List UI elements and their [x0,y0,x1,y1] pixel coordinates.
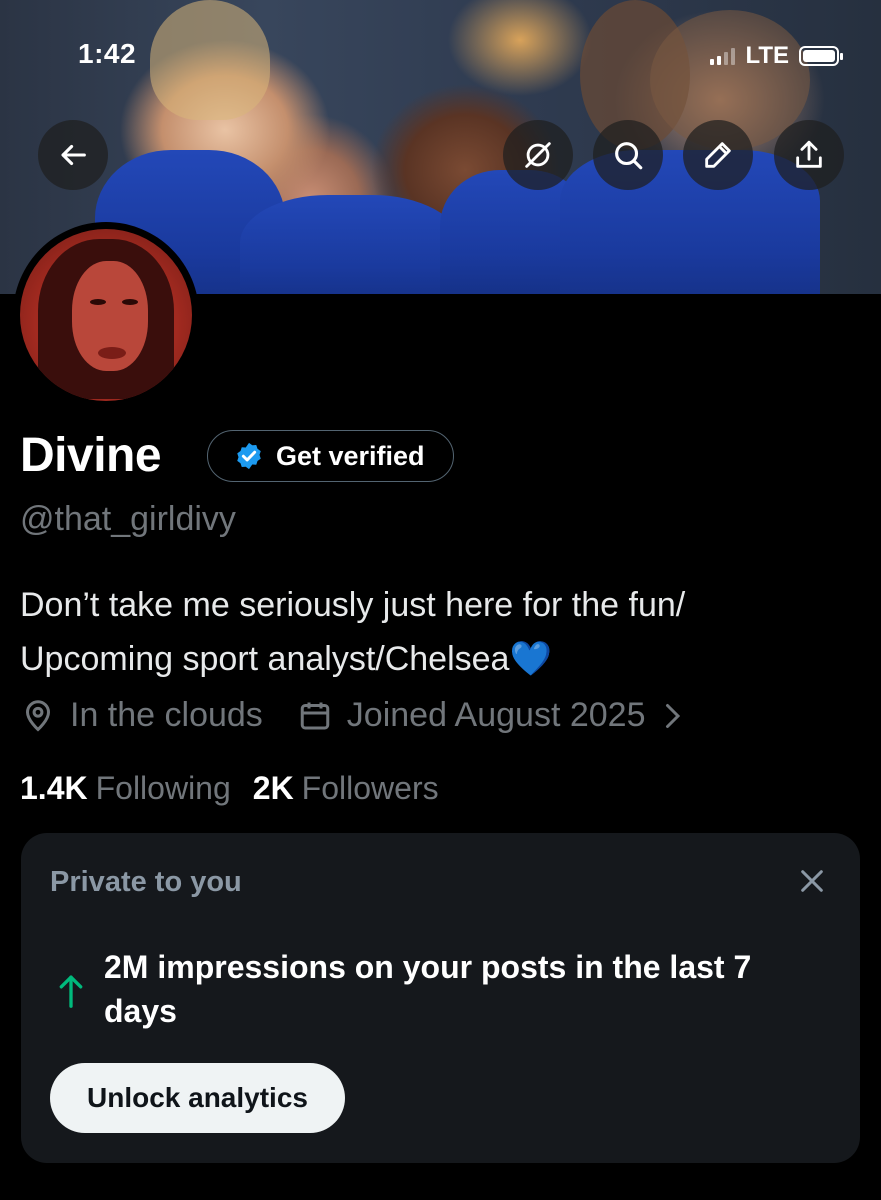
followers-link[interactable]: 2K Followers [253,770,439,807]
avatar[interactable] [13,222,199,408]
calendar-icon [297,698,333,734]
get-verified-label: Get verified [276,440,425,471]
following-count: 1.4K [20,770,88,806]
username-handle: @that_girldivy [20,500,236,538]
following-label: Following [95,770,231,806]
network-label: LTE [745,42,789,69]
joined-date[interactable]: Joined August 2025 [347,696,646,735]
status-time: 1:42 [78,38,137,69]
edit-button[interactable] [683,120,753,190]
share-button[interactable] [774,120,844,190]
location-text: In the clouds [70,696,263,734]
chevron-right-icon[interactable] [654,698,690,734]
private-analytics-card: Private to you 2M impressions on your po… [21,833,860,1163]
edit-icon [705,142,731,168]
unlock-analytics-button[interactable]: Unlock analytics [50,1063,345,1133]
mute-button[interactable] [503,120,573,190]
bio-line: Don’t take me seriously just here for th… [20,586,686,624]
search-icon [615,142,643,170]
bio: Don’t take me seriously just here for th… [20,578,860,686]
location-pin-icon [20,698,56,734]
share-icon [796,140,822,168]
arrow-left-icon [61,144,86,166]
display-name: Divine [20,429,162,482]
status-indicators: LTE [710,42,843,70]
following-link[interactable]: 1.4K Following [20,770,231,807]
get-verified-button[interactable]: Get verified [207,430,454,482]
mute-icon [525,142,551,168]
back-button[interactable] [38,120,108,190]
signal-icon [710,47,736,65]
close-icon [801,870,823,892]
verified-badge-icon [234,441,264,471]
battery-icon [799,46,843,66]
arrow-up-icon [59,975,83,1008]
followers-count: 2K [252,770,294,806]
profile-meta: In the clouds Joined August 2025 [20,696,690,735]
card-title: Private to you [50,866,242,898]
followers-label: Followers [301,770,439,806]
avatar-image [20,229,192,401]
search-button[interactable] [593,120,663,190]
impressions-message: 2M impressions on your posts in the last… [104,949,752,1029]
close-button[interactable] [794,863,830,899]
bio-line: Upcoming sport analyst/Chelsea💙 [20,640,552,678]
follow-stats: 1.4K Following 2K Followers [20,770,439,807]
